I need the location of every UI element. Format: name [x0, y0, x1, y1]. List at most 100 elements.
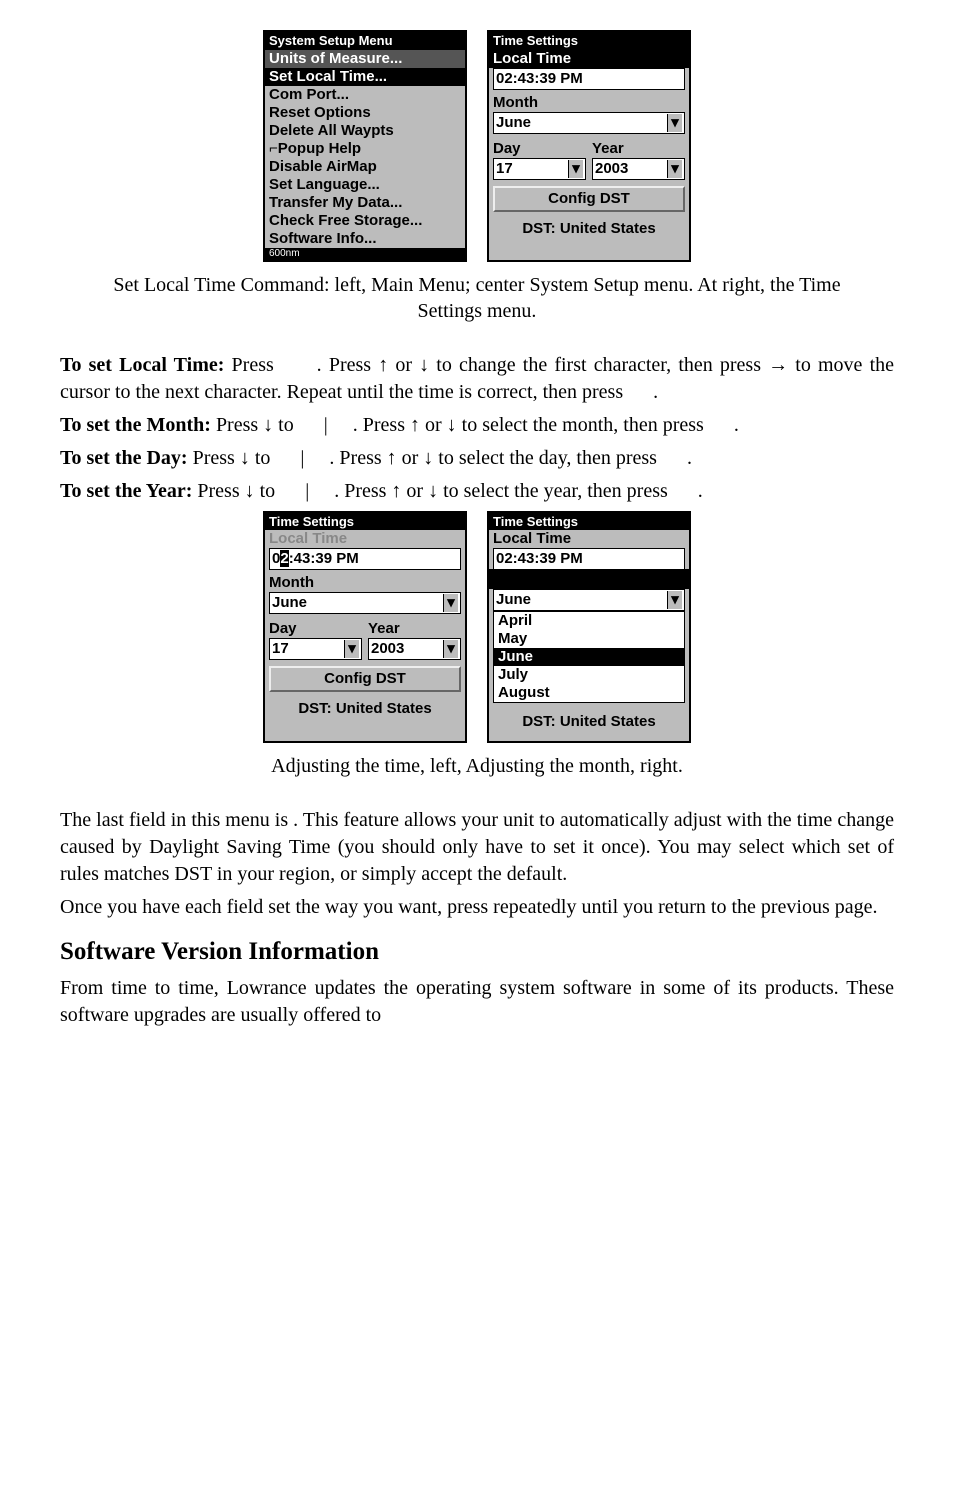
month-label-highlighted: Month: [489, 569, 689, 589]
paragraph-year: To set the Year: Press ↓ to | . Press ↑ …: [60, 478, 894, 505]
screen-title: System Setup Menu: [265, 32, 465, 50]
paragraph-software-version: From time to time, Lowrance updates the …: [60, 975, 894, 1029]
dst-label: DST: United States: [489, 713, 689, 731]
inline-bold: To set the Day:: [60, 447, 188, 469]
inline-text: |: [305, 480, 309, 502]
local-time-label: Local Time: [265, 530, 465, 548]
day-value: 17: [496, 160, 513, 178]
screen-title: Time Settings: [489, 513, 689, 531]
inline-text: |: [324, 414, 328, 436]
year-dropdown: 2003 ▾: [368, 638, 461, 660]
paragraph-day: To set the Day: Press ↓ to | . Press ↑ o…: [60, 445, 894, 472]
time-edit-screen: Time Settings Local Time 02:43:39 PM Mon…: [263, 511, 467, 744]
month-option: May: [494, 630, 684, 648]
inline-text: Press ↓ to: [211, 414, 299, 436]
inline-text: .: [653, 381, 658, 403]
paragraph-local-time: To set Local Time: Press . Press ↑ or ↓ …: [60, 352, 894, 406]
menu-item: Set Language...: [265, 176, 465, 194]
month-options-list: April May June July August: [493, 611, 685, 703]
month-dropdown: June ▾: [493, 112, 685, 134]
dst-label: DST: United States: [489, 220, 689, 238]
time-cursor-char: 2: [280, 550, 288, 567]
menu-item: Software Info...: [265, 230, 465, 248]
inline-text: . Press ↑ or ↓ to select the day, then p…: [329, 447, 662, 469]
month-option: July: [494, 666, 684, 684]
dst-label: DST: United States: [265, 700, 465, 718]
inline-text: Press ↓ to: [188, 447, 276, 469]
year-value: 2003: [595, 160, 628, 178]
chevron-down-icon: ▾: [667, 160, 682, 178]
config-dst-button: Config DST: [269, 666, 461, 692]
local-time-label: Local Time: [489, 50, 689, 68]
chevron-down-icon: ▾: [443, 640, 458, 658]
chevron-down-icon: ▾: [568, 160, 583, 178]
footer-scale: 600nm: [265, 248, 465, 260]
menu-item: Transfer My Data...: [265, 194, 465, 212]
inline-bold: To set the Month:: [60, 414, 211, 436]
month-value: June: [496, 114, 531, 132]
time-suffix: :43:39 PM: [289, 550, 359, 567]
month-option-selected: June: [494, 648, 684, 666]
month-dropdown: June ▾: [269, 592, 461, 614]
figure-caption-2: Adjusting the time, left, Adjusting the …: [100, 753, 854, 779]
day-dropdown: 17 ▾: [269, 638, 362, 660]
paragraph-month: To set the Month: Press ↓ to | . Press ↑…: [60, 412, 894, 439]
chevron-down-icon: ▾: [667, 114, 682, 132]
screen-title: Time Settings: [265, 513, 465, 531]
chevron-down-icon: ▾: [344, 640, 359, 658]
config-dst-button: Config DST: [493, 186, 685, 212]
time-value: 02:43:39 PM: [496, 550, 583, 568]
year-label: Year: [592, 140, 685, 158]
time-field: 02:43:39 PM: [493, 68, 685, 90]
month-option: August: [494, 684, 684, 702]
day-label: Day: [493, 140, 586, 158]
inline-text: Press ↓ to: [192, 480, 280, 502]
heading-software-version: Software Version Information: [60, 935, 894, 969]
screen-title: Time Settings: [489, 32, 689, 50]
month-dropdown: June ▾: [493, 589, 685, 611]
time-field: 02:43:39 PM: [493, 548, 685, 570]
time-field-editing: 02:43:39 PM: [269, 548, 461, 570]
menu-item: Disable AirMap: [265, 158, 465, 176]
figure-caption-1: Set Local Time Command: left, Main Menu;…: [100, 272, 854, 324]
time-value: 02:43:39 PM: [496, 70, 583, 88]
year-label: Year: [368, 620, 461, 638]
month-option: April: [494, 612, 684, 630]
month-value: June: [496, 591, 531, 609]
paragraph-exit: Once you have each field set the way you…: [60, 894, 894, 921]
time-value: 02:43:39 PM: [272, 550, 359, 568]
day-dropdown: 17 ▾: [493, 158, 586, 180]
menu-item: Com Port...: [265, 86, 465, 104]
menu-item: ⌐Popup Help: [265, 140, 465, 158]
month-label: Month: [269, 574, 461, 592]
figure-top: System Setup Menu Units of Measure... Se…: [60, 30, 894, 262]
month-select-screen: Time Settings Local Time 02:43:39 PM Mon…: [487, 511, 691, 744]
inline-bold: To set the Year:: [60, 480, 192, 502]
menu-item-highlighted: Set Local Time...: [265, 68, 465, 86]
day-label: Day: [269, 620, 362, 638]
inline-bold: To set Local Time:: [60, 354, 224, 376]
inline-text: .: [687, 447, 692, 469]
chevron-down-icon: ▾: [443, 594, 458, 612]
year-dropdown: 2003 ▾: [592, 158, 685, 180]
menu-item: Delete All Waypts: [265, 122, 465, 140]
local-time-label: Local Time: [489, 530, 689, 548]
year-value: 2003: [371, 640, 404, 658]
inline-text: . Press ↑ or ↓ to select the month, then…: [353, 414, 709, 436]
menu-item: Reset Options: [265, 104, 465, 122]
time-settings-screen: Time Settings Local Time 02:43:39 PM Mon…: [487, 30, 691, 262]
menu-item: Units of Measure...: [265, 50, 465, 68]
paragraph-dst: The last field in this menu is . This fe…: [60, 807, 894, 888]
month-label: Month: [493, 94, 685, 112]
chevron-down-icon: ▾: [667, 591, 682, 609]
inline-text: .: [734, 414, 739, 436]
menu-item: Check Free Storage...: [265, 212, 465, 230]
figure-bottom: Time Settings Local Time 02:43:39 PM Mon…: [60, 511, 894, 744]
inline-text: Press: [224, 354, 281, 376]
day-value: 17: [272, 640, 289, 658]
system-setup-screen: System Setup Menu Units of Measure... Se…: [263, 30, 467, 262]
month-value: June: [272, 594, 307, 612]
inline-text: .: [698, 480, 703, 502]
inline-text: |: [300, 447, 304, 469]
inline-text: . Press ↑ or ↓ to select the year, then …: [334, 480, 673, 502]
